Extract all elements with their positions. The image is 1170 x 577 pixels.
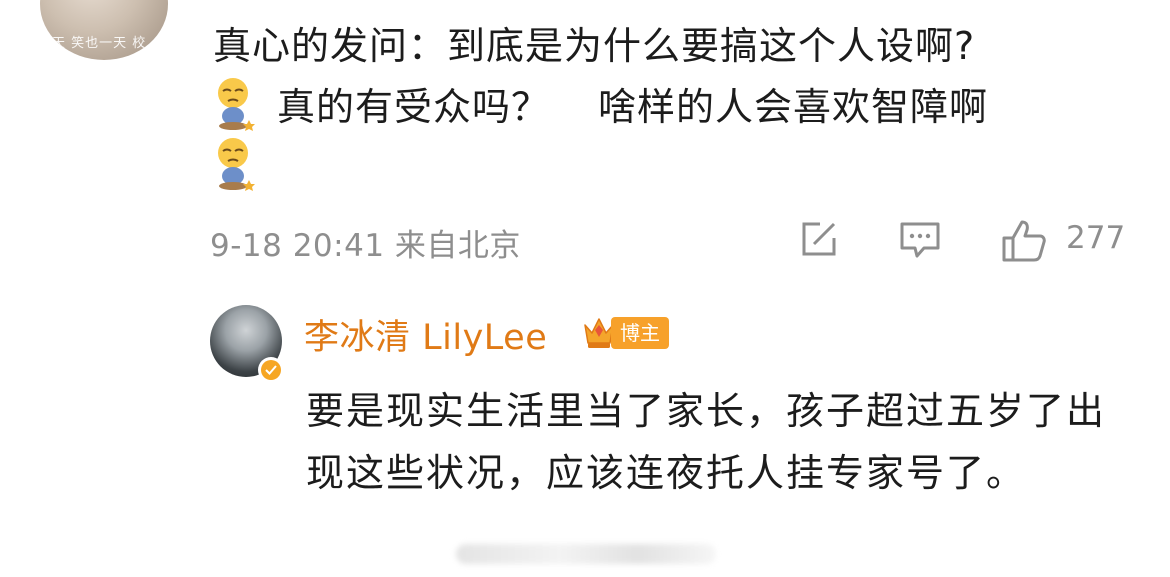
like-count: 277 bbox=[1066, 220, 1126, 256]
comment-line-2-part-b: 啥样的人会喜欢智障啊 bbox=[598, 85, 989, 129]
verified-icon bbox=[258, 357, 284, 383]
comment-line-1: 真心的发问：到底是为什么要搞这个人设啊? bbox=[213, 24, 976, 68]
comment-line-2: 真的有受众吗？ 啥样的人会喜欢智障啊 bbox=[213, 76, 1113, 136]
comment-actions: 277 bbox=[0, 218, 1170, 268]
author-name[interactable]: 李冰清 LilyLee bbox=[304, 309, 547, 360]
comment-line-3 bbox=[213, 136, 1113, 196]
avatar-caption: 天 笑也一天 校 bbox=[52, 36, 147, 51]
commenter-avatar[interactable]: 天 笑也一天 校 bbox=[40, 0, 168, 60]
share-icon[interactable] bbox=[798, 218, 840, 264]
host-badge: 博主 bbox=[611, 317, 669, 349]
reply-icon[interactable] bbox=[898, 218, 942, 266]
sad-face-emoji-icon bbox=[213, 76, 259, 131]
sad-face-emoji-icon bbox=[213, 136, 259, 191]
reply-body: 要是现实生活里当了家长，孩子超过五岁了出现这些状况，应该连夜托人挂专家号了。 bbox=[306, 389, 1107, 495]
blurred-watermark bbox=[456, 544, 716, 564]
comment-body: 真心的发问：到底是为什么要搞这个人设啊? 真的有受众吗？ 啥样的人会喜欢智障啊 bbox=[213, 16, 1113, 196]
comment-line-2-part-a: 真的有受众吗？ bbox=[277, 85, 551, 129]
like-icon[interactable] bbox=[1000, 218, 1048, 268]
